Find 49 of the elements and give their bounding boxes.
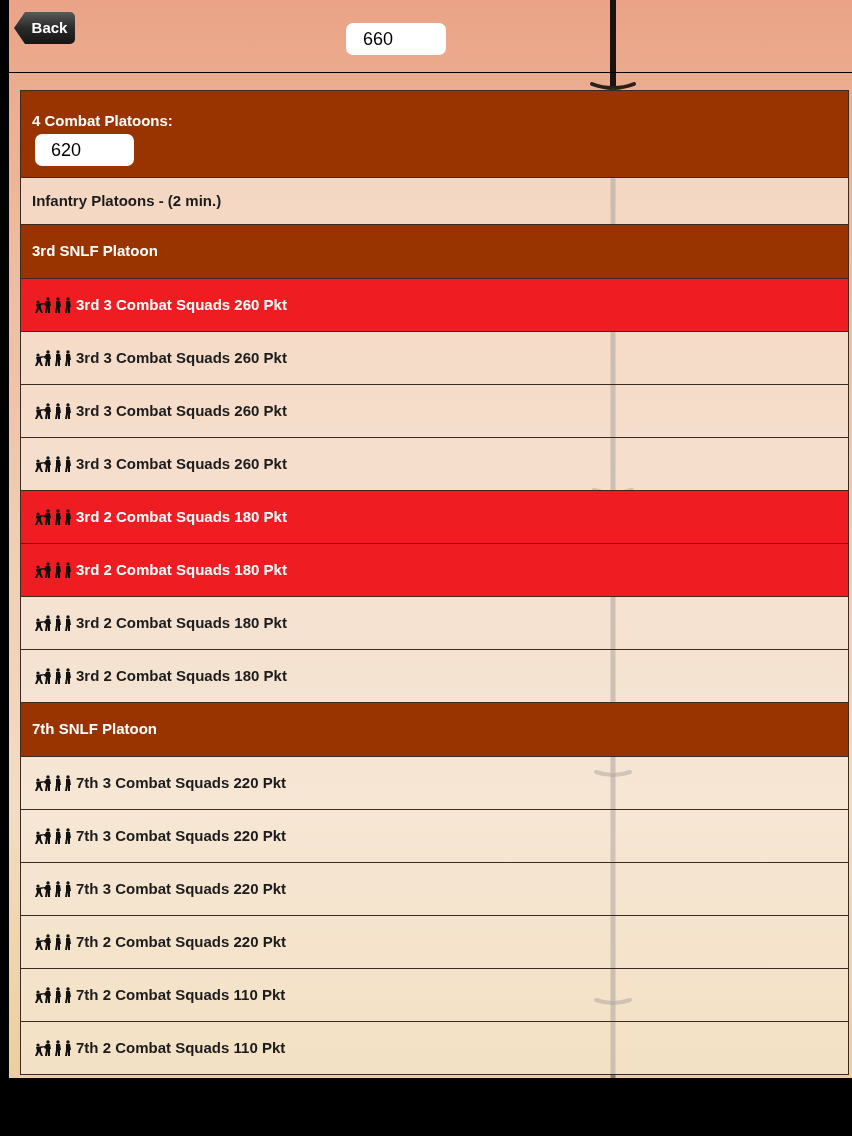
soldiers-icon [34, 987, 74, 1003]
unit-label: 3rd 3 Combat Squads 260 Pkt [76, 347, 287, 368]
soldiers-icon [34, 350, 74, 366]
soldiers-icon [34, 403, 74, 419]
unit-row[interactable]: 7th 2 Combat Squads 220 Pkt [21, 916, 848, 969]
platoon-title: 7th SNLF Platoon [32, 719, 157, 740]
unit-label: 3rd 3 Combat Squads 260 Pkt [76, 294, 287, 315]
soldiers-icon [34, 828, 74, 844]
soldiers-icon [34, 615, 74, 631]
unit-row[interactable]: 7th 3 Combat Squads 220 Pkt [21, 757, 848, 810]
unit-row[interactable]: 3rd 2 Combat Squads 180 Pkt [21, 544, 848, 597]
unit-label: 3rd 2 Combat Squads 180 Pkt [76, 559, 287, 580]
soldiers-icon [34, 297, 74, 313]
platoon-points-field[interactable]: 620 [35, 134, 134, 166]
unit-row[interactable]: 3rd 2 Combat Squads 180 Pkt [21, 650, 848, 703]
back-button[interactable]: Back [14, 12, 75, 44]
unit-row[interactable]: 3rd 3 Combat Squads 260 Pkt [21, 385, 848, 438]
unit-label: 3rd 3 Combat Squads 260 Pkt [76, 453, 287, 474]
soldiers-icon [34, 775, 74, 791]
unit-row[interactable]: 7th 2 Combat Squads 110 Pkt [21, 969, 848, 1022]
soldiers-icon [34, 562, 74, 578]
unit-row[interactable]: 3rd 3 Combat Squads 260 Pkt [21, 332, 848, 385]
platoon-count-label: 4 Combat Platoons: [32, 112, 173, 130]
soldiers-icon [34, 934, 74, 950]
unit-label: 3rd 2 Combat Squads 180 Pkt [76, 612, 287, 633]
soldiers-icon [34, 456, 74, 472]
unit-row[interactable]: 7th 2 Combat Squads 110 Pkt [21, 1022, 848, 1075]
unit-row[interactable]: 3rd 3 Combat Squads 260 Pkt [21, 438, 848, 491]
unit-label: 7th 3 Combat Squads 220 Pkt [76, 825, 287, 846]
unit-label: 3rd 2 Combat Squads 180 Pkt [76, 665, 287, 686]
unit-label: 3rd 2 Combat Squads 180 Pkt [76, 506, 287, 527]
unit-row[interactable]: 7th 3 Combat Squads 220 Pkt [21, 863, 848, 916]
unit-label: 7th 3 Combat Squads 220 Pkt [76, 878, 287, 899]
soldiers-icon [34, 668, 74, 684]
unit-row[interactable]: 7th 3 Combat Squads 220 Pkt [21, 810, 848, 863]
platoon-title: 3rd SNLF Platoon [32, 241, 158, 262]
unit-label: 7th 2 Combat Squads 110 Pkt [76, 1037, 286, 1058]
total-points-field[interactable]: 660 [346, 23, 446, 55]
unit-label: 7th 2 Combat Squads 110 Pkt [76, 984, 286, 1005]
unit-label: 3rd 3 Combat Squads 260 Pkt [76, 400, 287, 421]
unit-label: 7th 3 Combat Squads 220 Pkt [76, 772, 287, 793]
unit-row[interactable]: 3rd 3 Combat Squads 260 Pkt [21, 279, 848, 332]
unit-row[interactable]: 3rd 2 Combat Squads 180 Pkt [21, 597, 848, 650]
unit-row[interactable]: 3rd 2 Combat Squads 180 Pkt [21, 491, 848, 544]
unit-label: 7th 2 Combat Squads 220 Pkt [76, 931, 287, 952]
soldiers-icon [34, 881, 74, 897]
category-label: Infantry Platoons - (2 min.) [32, 190, 222, 211]
soldiers-icon [34, 1040, 74, 1056]
soldiers-icon [34, 509, 74, 525]
